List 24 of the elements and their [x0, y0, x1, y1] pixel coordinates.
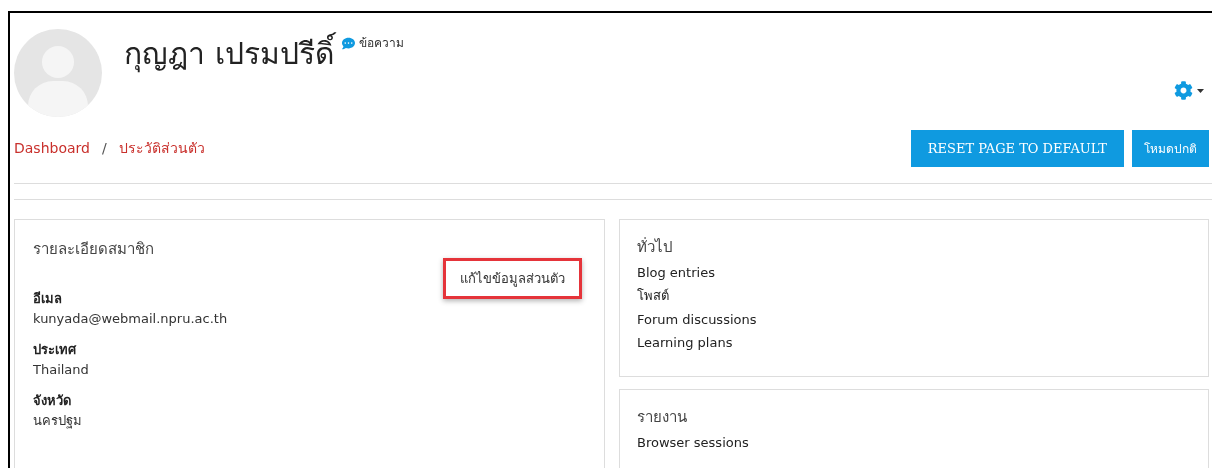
- field-value: Thailand: [33, 360, 90, 379]
- caret-icon: [1197, 88, 1204, 93]
- breadcrumb-link[interactable]: Dashboard: [14, 138, 90, 159]
- field-value: kunyada@webmail.npru.ac.th: [33, 309, 229, 328]
- field-label: ประเทศ: [33, 341, 78, 359]
- message-link[interactable]: ข้อความ: [358, 34, 404, 52]
- breadcrumb-link[interactable]: ประวัติส่วนตัว: [118, 138, 205, 159]
- section-link[interactable]: Blog entries: [637, 262, 1191, 282]
- settings-button[interactable]: [1174, 81, 1204, 100]
- card-title: รายละเอียดสมาชิก: [33, 239, 155, 260]
- edit-profile-link[interactable]: แก้ไขข้อมูลส่วนตัว: [443, 257, 582, 299]
- field-label: อีเมล: [33, 290, 63, 308]
- field-label: จังหวัด: [33, 392, 72, 410]
- section-link[interactable]: Learning plans: [637, 333, 1191, 353]
- section-link[interactable]: โพสต์: [637, 286, 1191, 306]
- breadcrumb-separator: /: [101, 139, 107, 158]
- chat-bubble-icon: [341, 36, 355, 50]
- user-name: กุญฎา เปรมปรีดิ์: [124, 31, 334, 76]
- section-title: ทั่วไป: [637, 236, 674, 258]
- field-value: นครปฐม: [33, 411, 83, 430]
- section-link[interactable]: Forum discussions: [637, 309, 1191, 329]
- section-link[interactable]: Browser sessions: [637, 432, 1191, 452]
- settings-icon: [1174, 81, 1193, 100]
- section-title: รายงาน: [637, 407, 688, 428]
